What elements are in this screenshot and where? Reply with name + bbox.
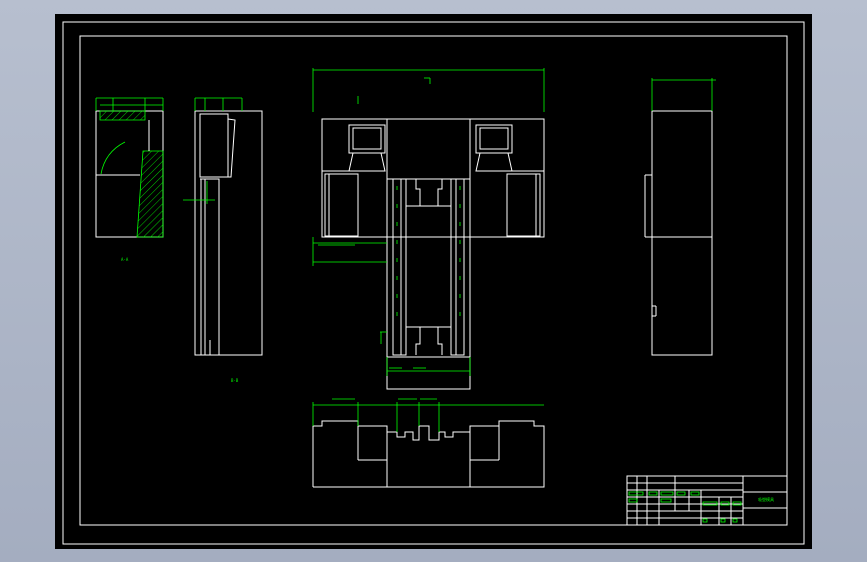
right-elevation-view bbox=[644, 78, 716, 356]
cad-viewport[interactable]: A-A B-B 吸塑模具 bbox=[55, 14, 812, 549]
title-block: 吸塑模具 bbox=[626, 475, 788, 526]
front-elevation-view bbox=[312, 398, 545, 488]
section-view-left: A-A bbox=[95, 97, 164, 262]
section-label-left: A-A bbox=[121, 257, 129, 262]
section-label-side: B-B bbox=[231, 378, 239, 383]
drawing-title: 吸塑模具 bbox=[758, 496, 774, 502]
sheet-inner-border bbox=[79, 35, 788, 526]
main-plan-view bbox=[312, 68, 545, 390]
section-view-side: B-B bbox=[183, 97, 263, 383]
cad-drawing: A-A B-B 吸塑模具 bbox=[62, 21, 805, 545]
sheet-outer-border bbox=[62, 21, 805, 545]
